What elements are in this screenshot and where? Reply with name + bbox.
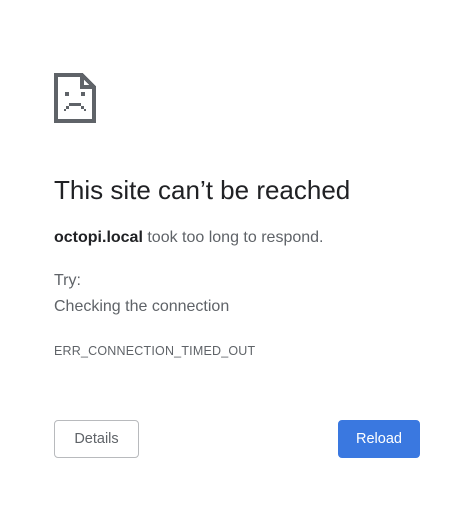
error-title: This site can’t be reached — [54, 175, 351, 205]
error-summary: octopi.local took too long to respond. — [54, 227, 323, 249]
reload-button[interactable]: Reload — [338, 420, 420, 458]
error-summary-text: took too long to respond. — [142, 229, 324, 246]
details-button[interactable]: Details — [54, 420, 139, 458]
try-label: Try: — [54, 272, 81, 289]
error-host: octopi.local — [54, 229, 143, 246]
suggestion-item: Checking the connection — [54, 298, 230, 315]
sad-page-icon — [54, 73, 96, 123]
error-code: ERR_CONNECTION_TIMED_OUT — [54, 344, 256, 358]
